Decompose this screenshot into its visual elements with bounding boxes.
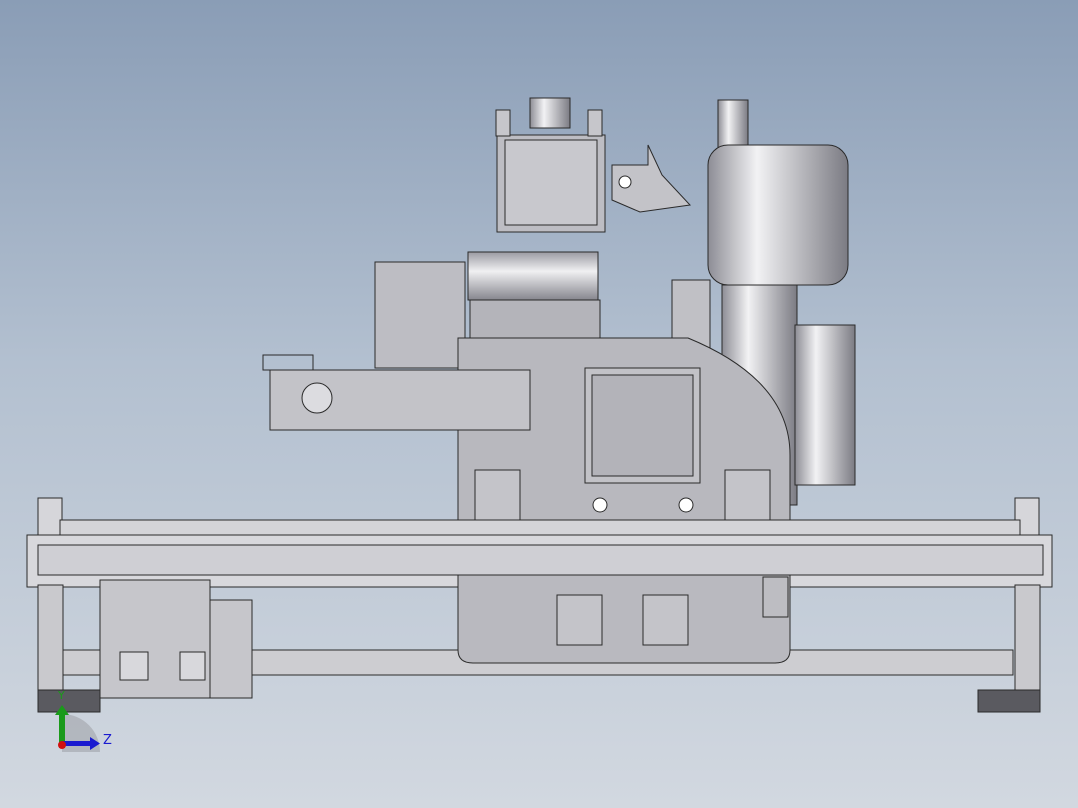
electronics-box [99, 579, 253, 699]
main-carriage-plate [262, 337, 791, 546]
triad-y-label: Y [58, 689, 65, 702]
top-stepper-motor [495, 97, 606, 233]
cad-viewport[interactable] [0, 0, 1078, 808]
lower-carriage-plate [457, 574, 791, 664]
z-axis-arrow [62, 741, 92, 746]
mount-bracket [611, 144, 692, 213]
triad-z-label: Z [103, 733, 112, 748]
x-axis-dot [58, 741, 66, 749]
